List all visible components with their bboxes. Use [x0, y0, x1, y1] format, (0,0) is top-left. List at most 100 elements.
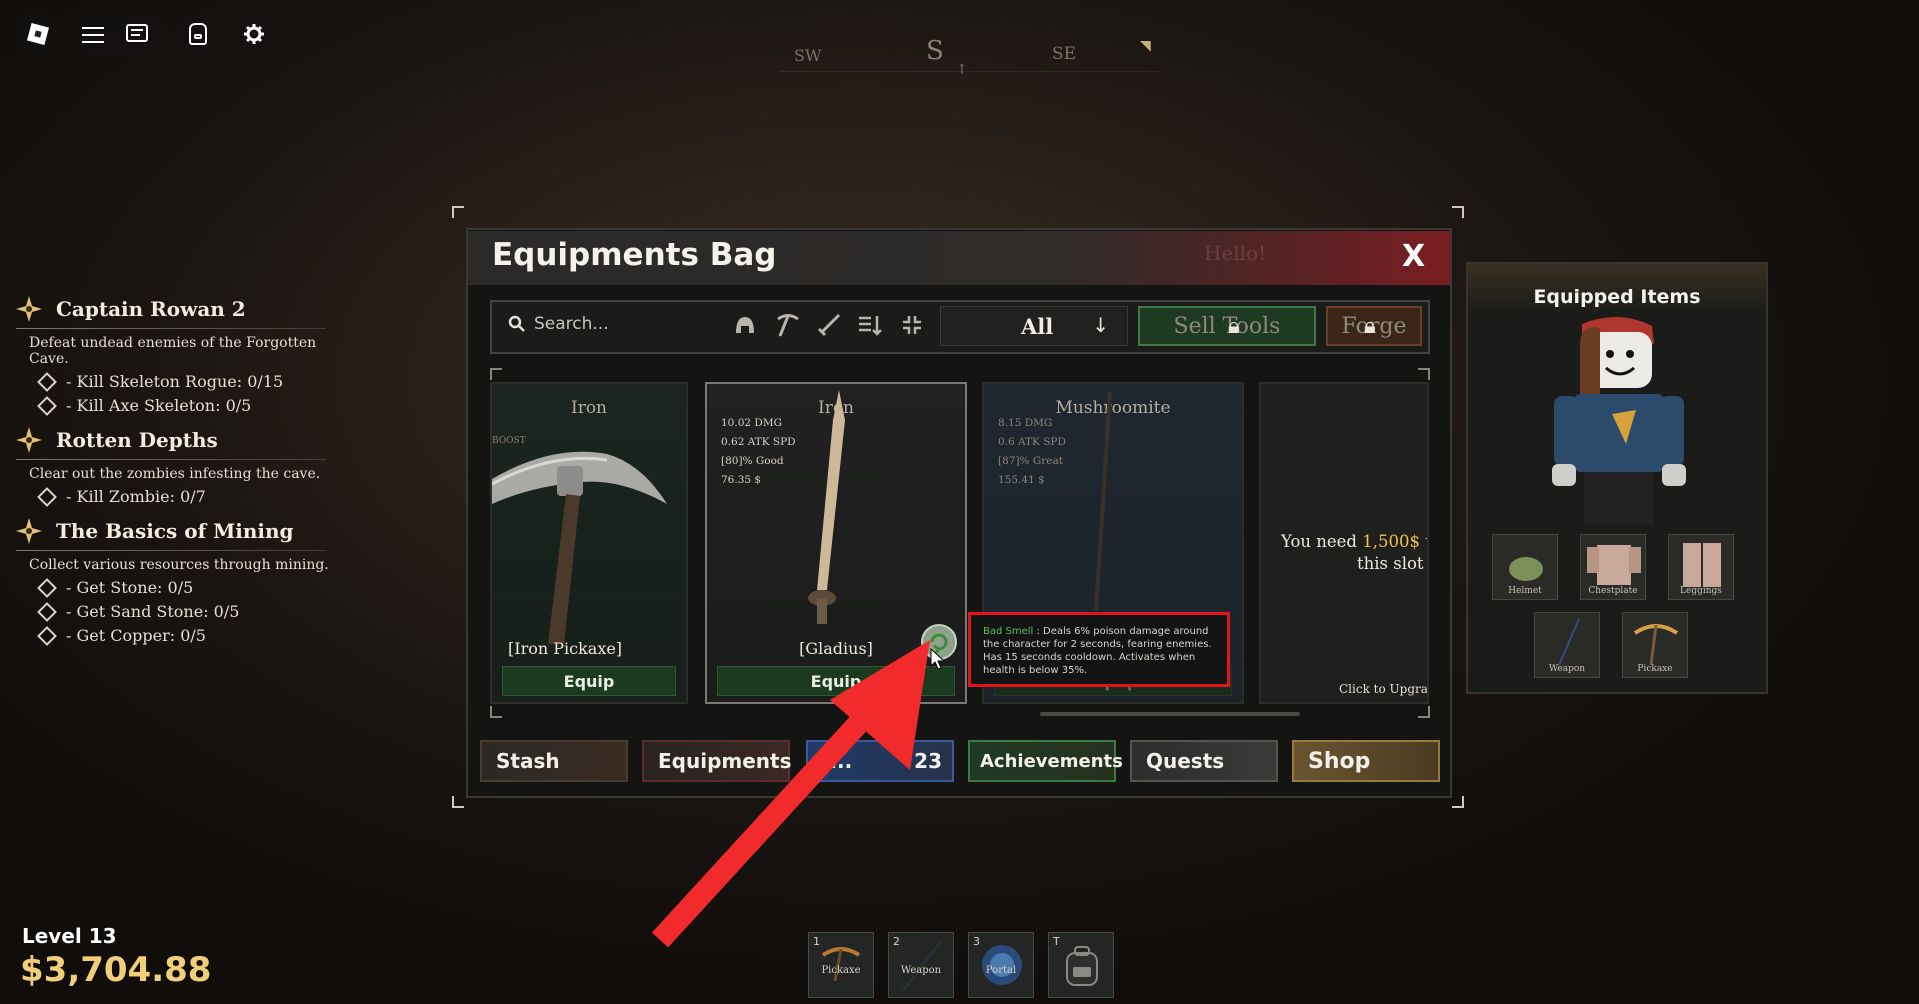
tab-stash[interactable]: Stash	[480, 740, 628, 782]
hotbar-slot-weapon[interactable]: 2 Weapon	[888, 932, 954, 998]
slot-label: Pickaxe	[1637, 664, 1673, 674]
hamburger-menu-icon[interactable]	[82, 25, 104, 43]
quest-header[interactable]: Captain Rowan 2	[16, 296, 332, 322]
item-stats: 10.02 DMG 0.62 ATK SPD [80]% Good 76.35 …	[721, 414, 796, 490]
quest-task: - Get Copper: 0/5	[36, 625, 332, 646]
backpack-button[interactable]	[176, 12, 220, 56]
quest-title: Rotten Depths	[56, 428, 218, 452]
stat-attack-speed: 0.62 ATK SPD	[721, 436, 796, 448]
sword-filter-button[interactable]	[814, 310, 844, 340]
slot-label: Chestplate	[1588, 586, 1638, 596]
slot-chestplate[interactable]: Chestplate	[1580, 534, 1646, 600]
quest-task: - Kill Axe Skeleton: 0/5	[36, 395, 332, 416]
stat-damage: 10.02 DMG	[721, 417, 782, 429]
slot-helmet[interactable]: Helmet	[1492, 534, 1558, 600]
task-checkbox-icon	[37, 577, 57, 598]
roblox-menu-button[interactable]	[16, 12, 60, 56]
quest-description: Clear out the zombies infesting the cave…	[29, 466, 321, 482]
frame-corner	[1452, 796, 1464, 808]
hotbar-slot-portal[interactable]: 3 Portal	[968, 932, 1034, 998]
item-rarity: Iron	[570, 398, 608, 418]
frame-corner	[490, 368, 502, 380]
tab-achievements[interactable]: Achievements	[968, 740, 1123, 782]
quest-compass-icon	[16, 518, 42, 544]
slot-price-line2: this slot	[1357, 554, 1424, 573]
quest-header[interactable]: The Basics of Mining	[16, 518, 332, 544]
sword-icon	[817, 313, 841, 337]
mushroomite-weapon-image	[1094, 390, 1112, 610]
quest-task-text: - Get Stone: 0/5	[66, 578, 194, 597]
stat-quality: [87]% Great	[998, 455, 1063, 467]
player-level: Level 13	[22, 924, 117, 948]
compass-sw: SW	[794, 46, 822, 65]
chat-icon[interactable]	[126, 24, 148, 42]
tab-shop[interactable]: Shop	[1292, 740, 1440, 782]
dropdown-value: All	[1021, 313, 1054, 339]
frame-corner	[1452, 206, 1464, 218]
pickaxe-image	[492, 451, 667, 644]
collapse-button[interactable]	[897, 310, 927, 340]
compass-marker-icon: ◥	[1140, 38, 1151, 54]
slot-label: Weapon	[1548, 664, 1586, 674]
quest-task: - Get Stone: 0/5	[36, 577, 332, 598]
mouse-cursor-icon	[930, 648, 946, 670]
equipped-items-panel: Equipped Items Helmet Chestplate Legging…	[1466, 262, 1768, 694]
gear-icon	[244, 24, 264, 44]
stat-attack-speed: 0.6 ATK SPD	[998, 436, 1066, 448]
compass: SW S SE ↑ ◥	[780, 28, 1160, 78]
hotbar-slot-pickaxe[interactable]: 1 Pickaxe	[808, 932, 874, 998]
search-icon	[508, 315, 525, 332]
pickaxe-item-image	[1633, 624, 1679, 666]
slot-leggings[interactable]: Leggings	[1668, 534, 1734, 600]
slot-weapon[interactable]: Weapon	[1534, 612, 1600, 678]
quest-description: Defeat undead enemies of the Forgotten C…	[29, 335, 317, 367]
compass-arrow-icon: ↑	[956, 62, 968, 78]
sort-button[interactable]	[855, 310, 885, 340]
compass-se: SE	[1052, 44, 1077, 64]
pickaxe-filter-button[interactable]	[773, 310, 803, 340]
quest-task-text: - Get Sand Stone: 0/5	[66, 602, 240, 621]
stat-quality: [80]% Good	[721, 455, 784, 467]
close-button[interactable]: X	[1402, 239, 1425, 274]
search-input[interactable]: Search...	[534, 314, 609, 334]
slot-price-suffix: t	[1420, 532, 1427, 551]
sort-icon	[859, 316, 882, 336]
category-dropdown[interactable]: All ↓	[940, 306, 1128, 346]
hotbar-label: Pickaxe	[821, 965, 861, 976]
ability-tooltip: Bad Smell : Deals 6% poison damage aroun…	[968, 612, 1230, 687]
horizontal-scrollbar[interactable]	[1040, 712, 1300, 716]
quest-title: Captain Rowan 2	[56, 297, 246, 321]
frame-corner	[452, 796, 464, 808]
slot-price-text: You need 1,500$ t	[1281, 532, 1427, 551]
sell-tools-label: Sell Tools	[1173, 313, 1281, 339]
avatar	[1552, 316, 1686, 524]
slot-label: Helmet	[1508, 586, 1542, 596]
task-checkbox-icon	[37, 486, 57, 507]
slot-label: Leggings	[1680, 586, 1722, 596]
helmet-filter-button[interactable]	[730, 310, 760, 340]
tab-quests[interactable]: Quests	[1130, 740, 1278, 782]
locked-slot-card[interactable]: You need 1,500$ t this slot Click to Upg…	[1259, 382, 1429, 704]
forge-button[interactable]: Forge 🔒︎	[1326, 306, 1422, 346]
helmet-icon	[736, 317, 754, 333]
hotbar-slot-backpack[interactable]: T	[1048, 932, 1114, 998]
hotbar-label: Weapon	[900, 965, 942, 976]
sell-tools-button[interactable]: Sell Tools 🔒︎	[1138, 306, 1316, 346]
menu-chat-group	[68, 12, 168, 56]
chevron-down-icon: ↓	[1092, 313, 1109, 337]
ability-name: Bad Smell	[983, 626, 1034, 637]
task-checkbox-icon	[37, 395, 57, 416]
collapse-icon	[903, 316, 921, 334]
slot-pickaxe[interactable]: Pickaxe	[1622, 612, 1688, 678]
backpack-icon	[189, 23, 207, 45]
quest-compass-icon	[16, 427, 42, 453]
compass-s: S	[926, 36, 944, 66]
quest-task: - Kill Zombie: 0/7	[36, 486, 332, 507]
window-header: Equipments Bag Hello! X	[468, 231, 1450, 285]
quest-header[interactable]: Rotten Depths	[16, 427, 332, 453]
settings-button[interactable]	[232, 12, 276, 56]
task-checkbox-icon	[37, 625, 57, 646]
slot-price-amount: 1,500$	[1362, 532, 1420, 551]
quest-tracker: Captain Rowan 2 Defeat undead enemies of…	[16, 296, 332, 646]
upgrade-slot-hint[interactable]: Click to Upgrad	[1339, 682, 1427, 696]
